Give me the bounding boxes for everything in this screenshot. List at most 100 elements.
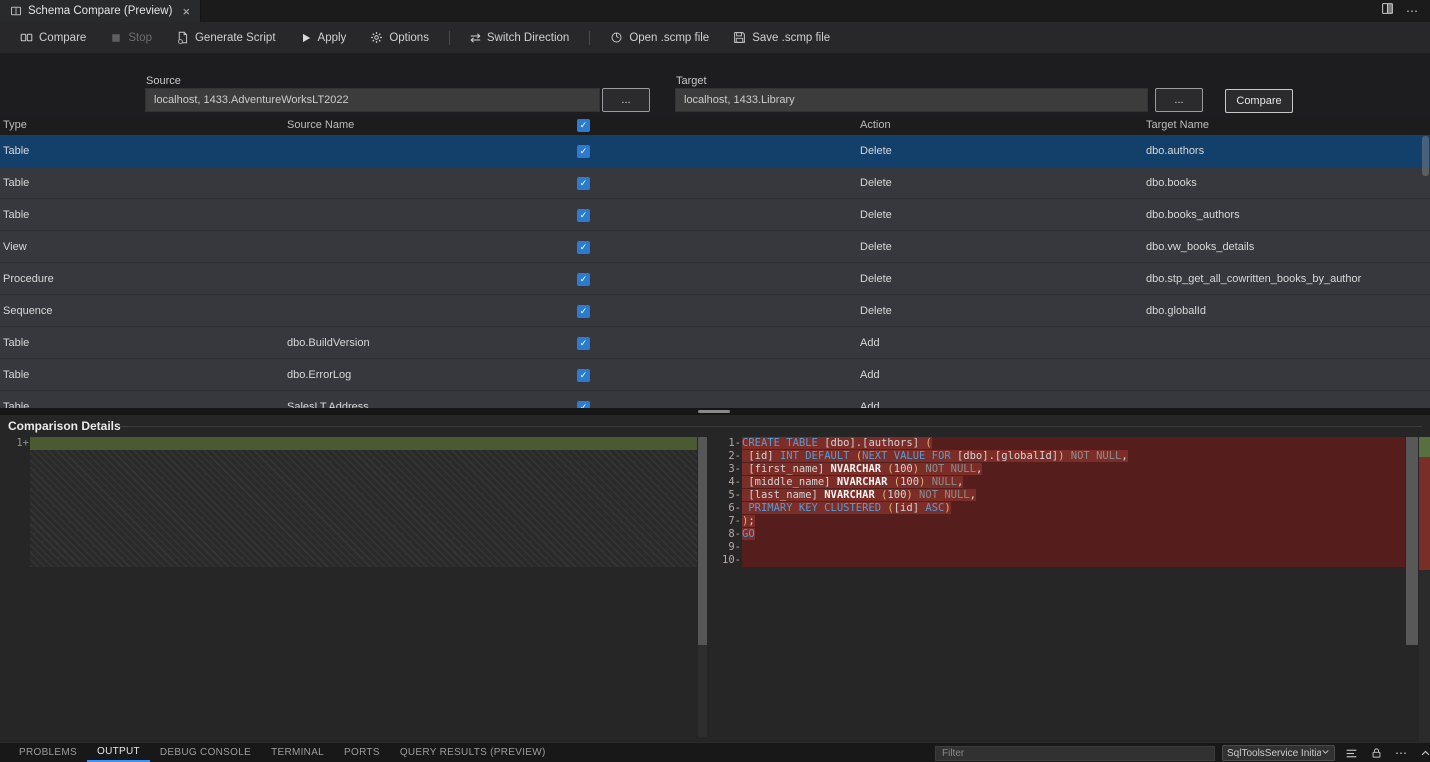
line-number: 2- [710,450,741,463]
panel-tab-debug-console[interactable]: DEBUG CONSOLE [150,743,261,762]
check-icon: ✓ [580,121,588,130]
switch-direction-button[interactable]: ⇄ Switch Direction [460,26,579,50]
source-input[interactable]: localhost, 1433.AdventureWorksLT2022 [145,88,600,112]
row-type: Table [3,199,29,231]
removed-code-line [742,554,1405,567]
row-source-name: SalesLT.Address [287,391,369,408]
save-scmp-button[interactable]: Save .scmp file [723,27,840,48]
line-number: 8- [710,528,741,541]
check-icon: ✓ [580,307,588,316]
include-checkbox[interactable]: ✓ [577,273,590,286]
open-scmp-button[interactable]: Open .scmp file [600,27,719,48]
ruler-added-mark [1419,437,1430,457]
options-button[interactable]: Options [360,27,439,48]
include-checkbox[interactable]: ✓ [577,305,590,318]
table-row[interactable]: Table✓Deletedbo.authors [0,135,1430,167]
table-scrollbar[interactable] [1422,136,1429,176]
row-target-name: dbo.vw_books_details [1146,231,1254,263]
removed-code-line [742,541,1405,554]
diff-editor: 1+ 1-2-3-4-5-6-7-8-9-10- CREATE TABLE [d… [0,437,1430,742]
split-editor-icon[interactable] [1381,2,1394,20]
output-channel-select[interactable]: SqlToolsService Initializ [1222,745,1335,761]
bottom-panel-bar: PROBLEMSOUTPUTDEBUG CONSOLETERMINALPORTS… [0,742,1430,762]
toolbar-separator [449,31,450,45]
run-compare-button[interactable]: Compare [1225,89,1293,113]
tab-schema-compare[interactable]: Schema Compare (Preview) × [0,0,201,22]
column-target-name: Target Name [1146,119,1209,131]
schema-differences-table: Type Source Name ✓ Action Target Name Ta… [0,117,1430,408]
compare-button[interactable]: Compare [10,27,96,48]
include-checkbox[interactable]: ✓ [577,337,590,350]
line-number: 10- [710,554,741,567]
output-filter-input[interactable] [935,746,1215,761]
right-scrollbar[interactable] [1406,437,1418,645]
source-browse-button[interactable]: ... [602,88,650,112]
left-scrollbar[interactable] [698,437,707,645]
generate-script-button[interactable]: Generate Script [166,27,286,48]
added-empty-line [30,437,697,450]
select-all-checkbox[interactable]: ✓ [577,119,590,132]
table-row[interactable]: Tabledbo.BuildVersion✓Add [0,327,1430,359]
panel-tab-query-results-preview-[interactable]: QUERY RESULTS (PREVIEW) [390,743,556,762]
line-number: 1- [710,437,741,450]
stop-button[interactable]: Stop [100,28,162,48]
check-icon: ✓ [580,147,588,156]
include-checkbox[interactable]: ✓ [577,369,590,382]
panel-tab-problems[interactable]: PROBLEMS [9,743,87,762]
right-diff-pane[interactable]: CREATE TABLE [dbo].[authors] ( [id] INT … [742,437,1405,567]
tab-close-icon[interactable]: × [182,4,190,19]
left-diff-pane[interactable] [30,437,697,567]
removed-code-line: CREATE TABLE [dbo].[authors] ( [742,437,1405,450]
include-checkbox[interactable]: ✓ [577,401,590,409]
table-row[interactable]: View✓Deletedbo.vw_books_details [0,231,1430,263]
source-label: Source [146,75,181,87]
save-file-icon [733,31,746,44]
ruler-removed-mark [1419,457,1430,570]
row-action: Add [860,359,880,391]
clear-output-icon[interactable] [1345,747,1358,760]
target-browse-button[interactable]: ... [1155,88,1203,112]
table-row[interactable]: Table✓Deletedbo.books [0,167,1430,199]
maximize-panel-icon[interactable] [1420,748,1430,759]
table-row[interactable]: Procedure✓Deletedbo.stp_get_all_cowritte… [0,263,1430,295]
comparison-details-title: Comparison Details [8,419,121,433]
panel-splitter[interactable] [0,408,1430,415]
panel-actions: ⋯ × [1345,743,1430,762]
panel-tab-terminal[interactable]: TERMINAL [261,743,334,762]
output-channel-value: SqlToolsService Initializ [1227,748,1321,759]
right-gutter: 1-2-3-4-5-6-7-8-9-10- [710,437,741,567]
missing-lines-hatch [30,450,697,567]
target-input[interactable]: localhost, 1433.Library [675,88,1148,112]
panel-tab-ports[interactable]: PORTS [334,743,390,762]
apply-button[interactable]: Apply [290,28,357,48]
schema-compare-toolbar: Compare Stop Generate Script Apply Optio… [0,22,1430,53]
removed-code-line: [first_name] NVARCHAR (100) NOT NULL, [742,463,1405,476]
diff-overview-ruler [1419,437,1430,742]
editor-tab-bar: Schema Compare (Preview) × ⋯ [0,0,1430,22]
removed-code-line: [middle_name] NVARCHAR (100) NULL, [742,476,1405,489]
removed-code-line: GO [742,528,1405,541]
title-rule [118,426,1422,427]
include-checkbox[interactable]: ✓ [577,209,590,222]
panel-tab-output[interactable]: OUTPUT [87,743,150,762]
splitter-drag-handle[interactable] [698,410,730,413]
include-checkbox[interactable]: ✓ [577,177,590,190]
connection-section: Source localhost, 1433.AdventureWorksLT2… [0,53,1430,117]
table-row[interactable]: Tabledbo.ErrorLog✓Add [0,359,1430,391]
row-action: Delete [860,295,892,327]
row-type: Table [3,327,29,359]
results-rows: Table✓Deletedbo.authorsTable✓Deletedbo.b… [0,135,1430,408]
table-row[interactable]: TableSalesLT.Address✓Add [0,391,1430,408]
check-icon: ✓ [580,243,588,252]
check-icon: ✓ [580,275,588,284]
row-type: Table [3,391,29,408]
line-number: 3- [710,463,741,476]
table-row[interactable]: Table✓Deletedbo.books_authors [0,199,1430,231]
table-row[interactable]: Sequence✓Deletedbo.globalId [0,295,1430,327]
schema-compare-tab-icon [10,5,22,17]
include-checkbox[interactable]: ✓ [577,145,590,158]
panel-more-actions-icon[interactable]: ⋯ [1395,747,1407,759]
include-checkbox[interactable]: ✓ [577,241,590,254]
lock-scroll-icon[interactable] [1371,747,1382,759]
editor-more-actions-icon[interactable]: ⋯ [1406,5,1418,17]
